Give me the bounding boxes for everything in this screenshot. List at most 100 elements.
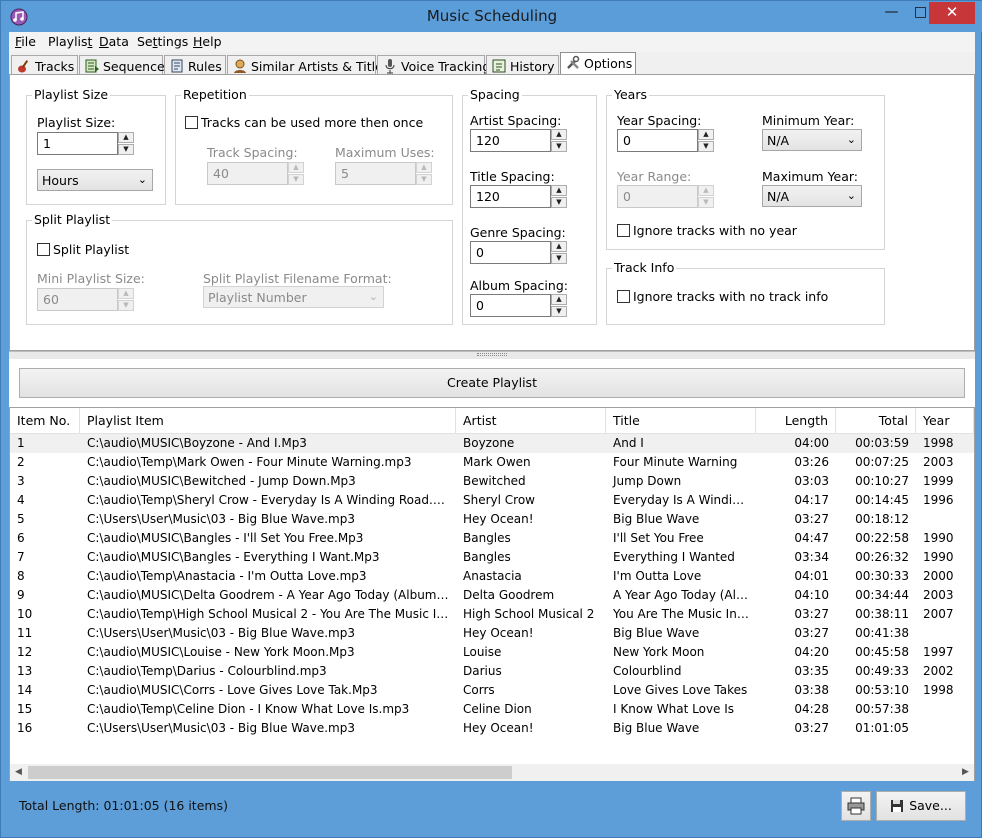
cell-artist: Boyzone <box>463 436 515 450</box>
cell-year <box>916 624 974 643</box>
column-header-item-no[interactable]: Item No. <box>10 408 80 434</box>
spin-down-button[interactable]: ▼ <box>551 197 567 208</box>
tab-similar-artists[interactable]: Similar Artists & Titles <box>227 55 389 75</box>
tab-sequence[interactable]: Sequence <box>79 55 165 75</box>
checkbox-box[interactable] <box>617 290 630 303</box>
spin-up-button[interactable]: ▲ <box>288 162 304 173</box>
spin-down-button[interactable]: ▼ <box>288 174 304 185</box>
track-spacing-input[interactable]: 40 <box>207 162 288 185</box>
table-row[interactable]: 11 C:\Users\User\Music\03 - Big Blue Wave… <box>10 624 974 643</box>
scroll-right-icon[interactable]: ▶ <box>957 764 974 781</box>
checkbox-box[interactable] <box>617 224 630 237</box>
minimize-button[interactable]: — <box>877 2 906 24</box>
cell-length: 04:17 <box>794 493 829 507</box>
scrollbar-thumb[interactable] <box>28 766 512 779</box>
cell-total: 00:14:45 <box>855 493 909 507</box>
table-row[interactable]: 16 C:\Users\User\Music\03 - Big Blue Wave… <box>10 719 974 738</box>
spin-up-button[interactable]: ▲ <box>416 162 432 173</box>
genre-spacing-input[interactable]: 0 <box>470 241 551 264</box>
mini-playlist-size-label: Mini Playlist Size: <box>37 271 145 286</box>
max-year-select[interactable]: N/A ⌄ <box>762 185 862 207</box>
cell-year: 1998 <box>923 683 954 697</box>
table-row[interactable]: 6 C:\audio\MUSIC\Bangles - I'll Set You F… <box>10 529 974 548</box>
table-row[interactable]: 8 C:\audio\Temp\Anastacia - I'm Outta Lov… <box>10 567 974 586</box>
spin-down-button[interactable]: ▼ <box>551 306 567 317</box>
spin-up-button[interactable]: ▲ <box>698 129 714 140</box>
table-row[interactable]: 9 C:\audio\MUSIC\Delta Goodrem - A Year A… <box>10 586 974 605</box>
cell-playlist-item: C:\audio\MUSIC\Bangles - I'll Set You Fr… <box>87 531 364 545</box>
table-row[interactable]: 5 C:\Users\User\Music\03 - Big Blue Wave.… <box>10 510 974 529</box>
table-row[interactable]: 12 C:\audio\MUSIC\Louise - New York Moon.… <box>10 643 974 662</box>
checkbox-box[interactable] <box>37 243 50 256</box>
table-row[interactable]: 1 C:\audio\MUSIC\Boyzone - And I.Mp3 Boyzo… <box>10 434 974 453</box>
cell-playlist-item: C:\audio\Temp\Sheryl Crow - Everyday Is … <box>87 493 456 507</box>
menu-data[interactable]: Data <box>99 34 129 49</box>
splitter-grip-icon[interactable] <box>477 353 507 356</box>
min-year-select[interactable]: N/A ⌄ <box>762 129 862 151</box>
tab-history[interactable]: History <box>486 55 559 75</box>
spin-down-button[interactable]: ▼ <box>118 144 134 155</box>
spin-up-button[interactable]: ▲ <box>118 288 134 299</box>
tab-rules[interactable]: Rules <box>164 55 226 75</box>
split-playlist-checkbox[interactable]: Split Playlist <box>37 242 129 257</box>
ignore-no-year-checkbox[interactable]: Ignore tracks with no year <box>617 223 797 238</box>
mini-playlist-size-input[interactable]: 60 <box>37 288 118 311</box>
tab-voice-tracking[interactable]: Voice Tracking <box>377 55 490 75</box>
spin-down-button[interactable]: ▼ <box>118 300 134 311</box>
create-playlist-button[interactable]: Create Playlist <box>19 368 965 398</box>
close-button[interactable]: ✕ <box>929 2 975 24</box>
menu-settings[interactable]: Settings <box>137 34 188 49</box>
year-range-input[interactable]: 0 <box>617 185 698 208</box>
spin-up-button[interactable]: ▲ <box>551 241 567 252</box>
column-header-length[interactable]: Length <box>756 408 836 434</box>
tab-options[interactable]: Options <box>560 52 636 75</box>
split-format-select[interactable]: Playlist Number ⌄ <box>203 286 384 308</box>
table-row[interactable]: 4 C:\audio\Temp\Sheryl Crow - Everyday Is… <box>10 491 974 510</box>
spin-up-button[interactable]: ▲ <box>551 294 567 305</box>
column-header-playlist-item[interactable]: Playlist Item <box>80 408 456 434</box>
cell-length: 03:27 <box>794 626 829 640</box>
year-range-label: Year Range: <box>617 169 692 184</box>
spin-down-button[interactable]: ▼ <box>698 197 714 208</box>
ignore-no-track-info-checkbox[interactable]: Ignore tracks with no track info <box>617 289 828 304</box>
table-row[interactable]: 15 C:\audio\Temp\Celine Dion - I Know Wha… <box>10 700 974 719</box>
table-row[interactable]: 14 C:\audio\MUSIC\Corrs - Love Gives Love… <box>10 681 974 700</box>
spin-down-button[interactable]: ▼ <box>416 174 432 185</box>
album-spacing-input[interactable]: 0 <box>470 294 551 317</box>
table-row[interactable]: 2 C:\audio\Temp\Mark Owen - Four Minute W… <box>10 453 974 472</box>
table-row[interactable]: 13 C:\audio\Temp\Darius - Colourblind.mp3… <box>10 662 974 681</box>
status-bar: Total Length: 01:01:05 (16 items) Save..… <box>9 781 975 831</box>
spin-down-button[interactable]: ▼ <box>551 141 567 152</box>
cell-item-no: 3 <box>17 474 25 488</box>
column-header-total[interactable]: Total <box>836 408 916 434</box>
menu-help[interactable]: Help <box>193 34 222 49</box>
column-header-year[interactable]: Year <box>916 408 974 434</box>
spin-up-button[interactable]: ▲ <box>698 185 714 196</box>
scroll-left-icon[interactable]: ◀ <box>10 764 27 781</box>
spin-down-button[interactable]: ▼ <box>551 253 567 264</box>
checkbox-box[interactable] <box>185 116 198 129</box>
column-header-artist[interactable]: Artist <box>456 408 606 434</box>
menu-playlist[interactable]: Playlist <box>48 34 92 49</box>
table-row[interactable]: 7 C:\audio\MUSIC\Bangles - Everything I W… <box>10 548 974 567</box>
print-button[interactable] <box>841 791 871 821</box>
horizontal-scrollbar[interactable]: ◀ ▶ <box>10 764 974 781</box>
menu-file[interactable]: File <box>15 34 36 49</box>
spin-up-button[interactable]: ▲ <box>118 132 134 143</box>
playlist-unit-select[interactable]: Hours ⌄ <box>37 169 153 191</box>
spin-up-button[interactable]: ▲ <box>551 185 567 196</box>
title-spacing-input[interactable]: 120 <box>470 185 551 208</box>
max-uses-input[interactable]: 5 <box>335 162 416 185</box>
year-spacing-input[interactable]: 0 <box>617 129 698 152</box>
reuse-tracks-checkbox[interactable]: Tracks can be used more then once <box>185 115 423 130</box>
spin-down-button[interactable]: ▼ <box>698 141 714 152</box>
title-bar[interactable]: Music Scheduling — □ ✕ <box>1 1 982 32</box>
spin-up-button[interactable]: ▲ <box>551 129 567 140</box>
save-button[interactable]: Save... <box>876 791 966 821</box>
tab-tracks[interactable]: Tracks <box>11 55 78 75</box>
column-header-title[interactable]: Title <box>606 408 756 434</box>
playlist-size-input[interactable]: 1 <box>37 132 118 155</box>
table-row[interactable]: 3 C:\audio\MUSIC\Bewitched - Jump Down.Mp… <box>10 472 974 491</box>
artist-spacing-input[interactable]: 120 <box>470 129 551 152</box>
table-row[interactable]: 10 C:\audio\Temp\High School Musical 2 - … <box>10 605 974 624</box>
